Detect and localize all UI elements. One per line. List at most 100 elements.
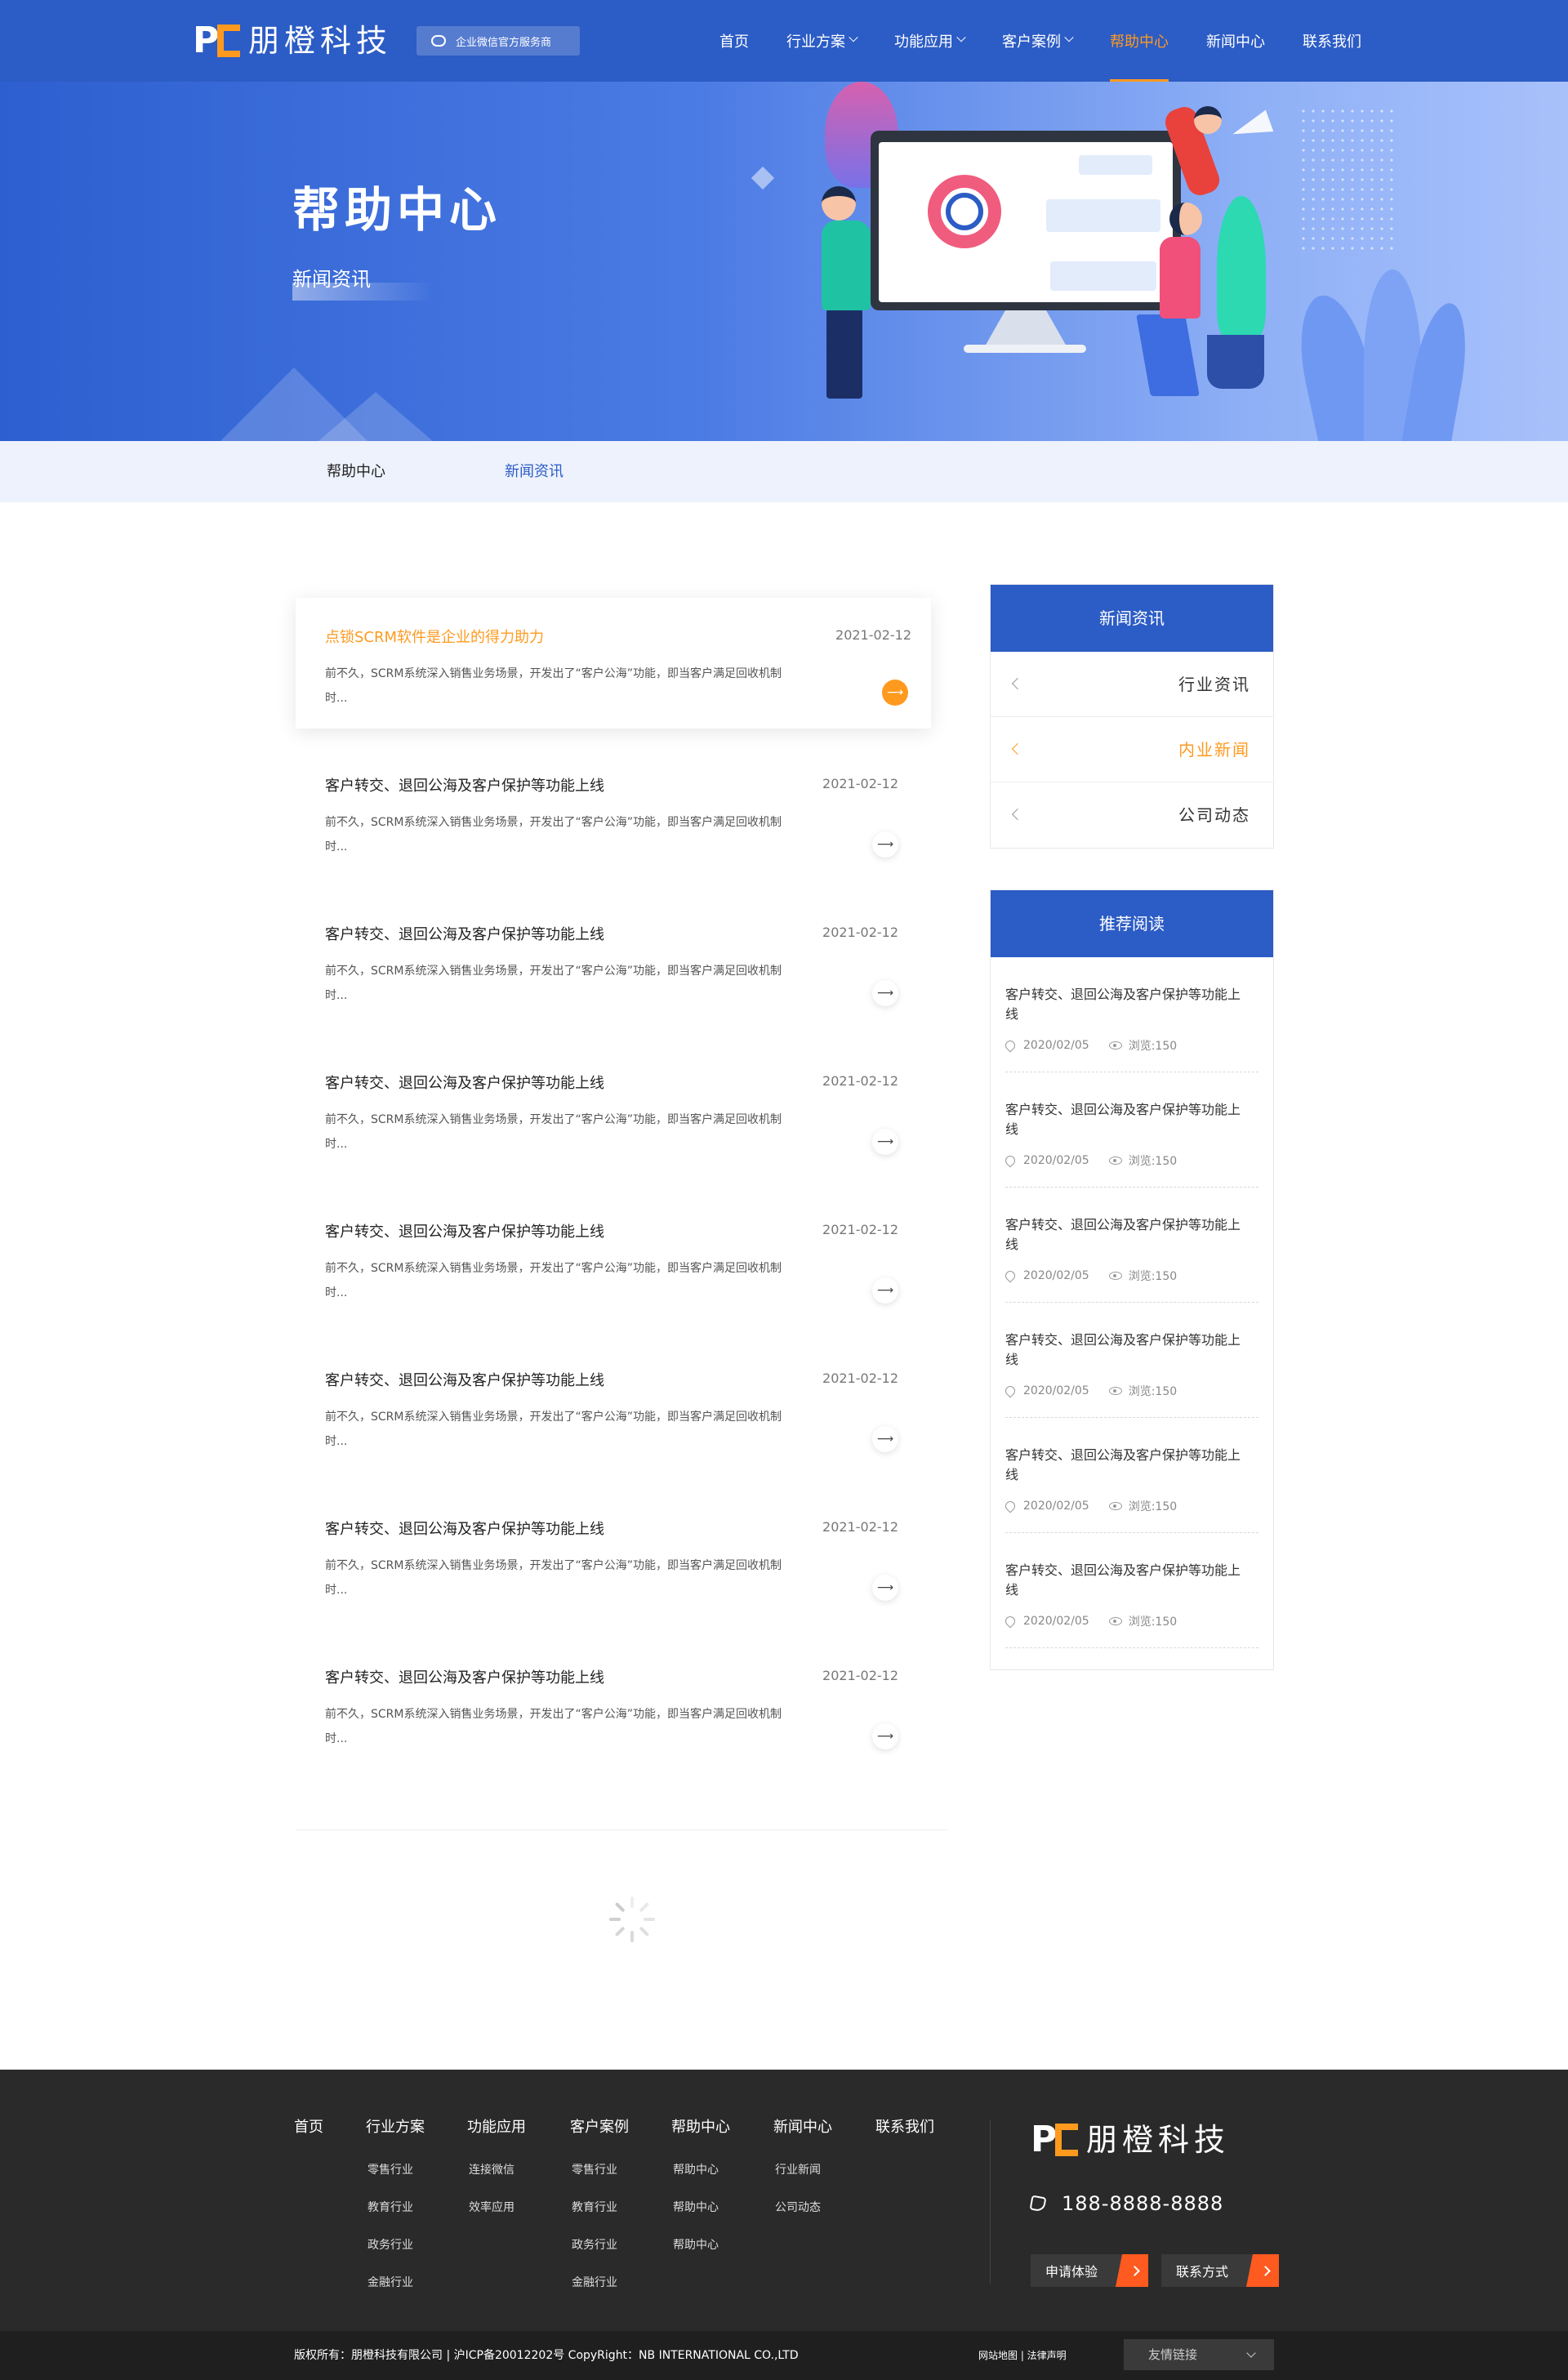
footer-column-head[interactable]: 功能应用 bbox=[467, 2115, 526, 2137]
category-item[interactable]: 行业资讯 bbox=[991, 652, 1273, 717]
recommended-views: 浏览:150 bbox=[1128, 1270, 1178, 1283]
article-item[interactable]: 客户转交、退回公海及客户保护等功能上线 2021-02-12 前不久，SCRM系统深… bbox=[296, 1044, 931, 1192]
footer-column-head[interactable]: 联系我们 bbox=[875, 2115, 934, 2137]
article-item[interactable]: 客户转交、退回公海及客户保护等功能上线 2021-02-12 前不久，SCRM系统深… bbox=[296, 1490, 931, 1638]
brand-logo[interactable]: P 朋橙科技 bbox=[193, 21, 392, 60]
nav-item-6[interactable]: 联系我们 bbox=[1284, 0, 1380, 82]
nav-item-0[interactable]: 首页 bbox=[701, 0, 768, 82]
chevron-left-icon bbox=[1011, 677, 1024, 690]
category-item[interactable]: 公司动态 bbox=[991, 782, 1273, 848]
article-item[interactable]: 客户转交、退回公海及客户保护等功能上线 2021-02-12 前不久，SCRM系统深… bbox=[296, 1192, 931, 1341]
recommended-title[interactable]: 客户转交、退回公海及客户保护等功能上线 bbox=[1005, 985, 1242, 1024]
footer-link[interactable]: 零售行业 bbox=[572, 2161, 629, 2177]
plant-illustration bbox=[1217, 196, 1266, 339]
footer-link[interactable]: 金融行业 bbox=[368, 2274, 425, 2290]
footer-column-head[interactable]: 首页 bbox=[294, 2115, 323, 2137]
read-more-arrow-icon[interactable]: ⟶ bbox=[872, 1575, 898, 1601]
footer-link[interactable]: 公司动态 bbox=[775, 2199, 832, 2215]
logo-letter: P bbox=[193, 20, 220, 61]
recommended-title[interactable]: 客户转交、退回公海及客户保护等功能上线 bbox=[1005, 1330, 1242, 1370]
location-pin-icon bbox=[1003, 1614, 1018, 1629]
apply-trial-button[interactable]: 申请体验 bbox=[1031, 2254, 1149, 2287]
recommended-title[interactable]: 客户转交、退回公海及客户保护等功能上线 bbox=[1005, 1215, 1242, 1255]
nav-item-1[interactable]: 行业方案 bbox=[768, 0, 875, 82]
read-more-arrow-icon[interactable]: ⟶ bbox=[872, 831, 898, 858]
recommended-date: 2020/02/05 bbox=[1023, 1269, 1089, 1282]
article-date: 2021-02-12 bbox=[822, 1371, 898, 1386]
footer-column: 新闻中心行业新闻公司动态 bbox=[773, 2115, 832, 2215]
article-date: 2021-02-12 bbox=[835, 627, 911, 643]
article-item[interactable]: 客户转交、退回公海及客户保护等功能上线 2021-02-12 前不久，SCRM系统深… bbox=[296, 747, 931, 895]
breadcrumb-news[interactable]: 新闻资讯 bbox=[505, 441, 564, 502]
read-more-arrow-icon[interactable]: ⟶ bbox=[872, 980, 898, 1006]
read-more-arrow-icon[interactable]: ⟶ bbox=[872, 1129, 898, 1155]
nav-item-4[interactable]: 帮助中心 bbox=[1091, 0, 1187, 82]
article-title[interactable]: 客户转交、退回公海及客户保护等功能上线 bbox=[325, 1369, 604, 1390]
footer-link[interactable]: 行业新闻 bbox=[775, 2161, 832, 2177]
phone-number: 188-8888-8888 bbox=[1062, 2192, 1224, 2215]
eye-icon bbox=[1108, 1272, 1122, 1280]
chevron-down-icon bbox=[849, 33, 858, 42]
recommended-title[interactable]: 客户转交、退回公海及客户保护等功能上线 bbox=[1005, 1561, 1242, 1600]
recommended-title[interactable]: 客户转交、退回公海及客户保护等功能上线 bbox=[1005, 1446, 1242, 1485]
footer-link[interactable]: 政务行业 bbox=[572, 2236, 629, 2253]
read-more-arrow-icon[interactable]: ⟶ bbox=[872, 1723, 898, 1749]
arrow-right-icon bbox=[1116, 2254, 1149, 2287]
footer-logo[interactable]: P 朋橙科技 bbox=[1031, 2120, 1230, 2159]
recommended-views: 浏览:150 bbox=[1128, 1616, 1178, 1629]
footer-column-head[interactable]: 帮助中心 bbox=[671, 2115, 730, 2137]
breadcrumb-help-center[interactable]: 帮助中心 bbox=[327, 441, 385, 502]
footer-link[interactable]: 帮助中心 bbox=[673, 2199, 730, 2215]
recommended-item[interactable]: 客户转交、退回公海及客户保护等功能上线 2020/02/05 浏览:150 bbox=[1003, 1072, 1258, 1188]
recommended-item[interactable]: 客户转交、退回公海及客户保护等功能上线 2020/02/05 浏览:150 bbox=[1003, 1188, 1258, 1303]
article-item[interactable]: 客户转交、退回公海及客户保护等功能上线 2021-02-12 前不久，SCRM系统深… bbox=[296, 895, 931, 1044]
footer-link[interactable]: 帮助中心 bbox=[673, 2236, 730, 2253]
wechat-service-badge[interactable]: 企业微信官方服务商 bbox=[416, 26, 580, 56]
footer-column-head[interactable]: 客户案例 bbox=[570, 2115, 629, 2137]
footer-link[interactable]: 教育行业 bbox=[368, 2199, 425, 2215]
recommended-item[interactable]: 客户转交、退回公海及客户保护等功能上线 2020/02/05 浏览:150 bbox=[1003, 1418, 1258, 1533]
footer-link[interactable]: 金融行业 bbox=[572, 2274, 629, 2290]
article-title[interactable]: 客户转交、退回公海及客户保护等功能上线 bbox=[325, 1518, 604, 1539]
sitemap-legal-links[interactable]: 网站地图 | 法律声明 bbox=[978, 2331, 1067, 2380]
footer-column-head[interactable]: 行业方案 bbox=[366, 2115, 425, 2137]
recommended-title[interactable]: 客户转交、退回公海及客户保护等功能上线 bbox=[1005, 1100, 1242, 1139]
nav-item-3[interactable]: 客户案例 bbox=[983, 0, 1091, 82]
article-item[interactable]: 客户转交、退回公海及客户保护等功能上线 2021-02-12 前不久，SCRM系统深… bbox=[296, 1638, 931, 1787]
article-item[interactable]: 点锁SCRM软件是企业的得力助力 2021-02-12 前不久，SCRM系统深入销售… bbox=[296, 598, 931, 729]
friend-links-select[interactable]: 友情链接 bbox=[1124, 2339, 1274, 2370]
read-more-arrow-icon[interactable]: ⟶ bbox=[872, 1426, 898, 1452]
footer-phone[interactable]: 188-8888-8888 bbox=[1029, 2192, 1224, 2215]
diamond-decoration bbox=[751, 166, 775, 190]
contact-button[interactable]: 联系方式 bbox=[1161, 2254, 1280, 2287]
article-title[interactable]: 客户转交、退回公海及客户保护等功能上线 bbox=[325, 1072, 604, 1093]
nav-item-label: 帮助中心 bbox=[1110, 33, 1169, 51]
article-title[interactable]: 客户转交、退回公海及客户保护等功能上线 bbox=[325, 923, 604, 944]
recommended-date: 2020/02/05 bbox=[1023, 1615, 1089, 1628]
recommended-item[interactable]: 客户转交、退回公海及客户保护等功能上线 2020/02/05 浏览:150 bbox=[1003, 957, 1258, 1072]
article-item[interactable]: 客户转交、退回公海及客户保护等功能上线 2021-02-12 前不久，SCRM系统深… bbox=[296, 1341, 931, 1490]
article-title[interactable]: 客户转交、退回公海及客户保护等功能上线 bbox=[325, 1666, 604, 1687]
read-more-arrow-icon[interactable]: ⟶ bbox=[882, 680, 908, 706]
category-label: 内业新闻 bbox=[1178, 740, 1250, 760]
recommended-item[interactable]: 客户转交、退回公海及客户保护等功能上线 2020/02/05 浏览:150 bbox=[1003, 1303, 1258, 1418]
read-more-arrow-icon[interactable]: ⟶ bbox=[872, 1277, 898, 1304]
footer-link[interactable]: 连接微信 bbox=[469, 2161, 526, 2177]
article-title[interactable]: 点锁SCRM软件是企业的得力助力 bbox=[325, 626, 544, 647]
location-pin-icon bbox=[1003, 1499, 1018, 1513]
eye-icon bbox=[1108, 1617, 1122, 1625]
nav-item-5[interactable]: 新闻中心 bbox=[1187, 0, 1284, 82]
recommended-item[interactable]: 客户转交、退回公海及客户保护等功能上线 2020/02/05 浏览:150 bbox=[1003, 1533, 1258, 1648]
footer-link[interactable]: 政务行业 bbox=[368, 2236, 425, 2253]
article-title[interactable]: 客户转交、退回公海及客户保护等功能上线 bbox=[325, 1220, 604, 1241]
article-title[interactable]: 客户转交、退回公海及客户保护等功能上线 bbox=[325, 774, 604, 796]
eye-icon bbox=[1108, 1157, 1122, 1165]
footer-column-head[interactable]: 新闻中心 bbox=[773, 2115, 832, 2137]
footer-link[interactable]: 零售行业 bbox=[368, 2161, 425, 2177]
nav-item-2[interactable]: 功能应用 bbox=[875, 0, 983, 82]
footer-link[interactable]: 教育行业 bbox=[572, 2199, 629, 2215]
footer-link[interactable]: 帮助中心 bbox=[673, 2161, 730, 2177]
footer-link[interactable]: 效率应用 bbox=[469, 2199, 526, 2215]
category-item[interactable]: 内业新闻 bbox=[991, 717, 1273, 782]
recommended-meta: 2020/02/05 浏览:150 bbox=[1003, 1613, 1258, 1629]
